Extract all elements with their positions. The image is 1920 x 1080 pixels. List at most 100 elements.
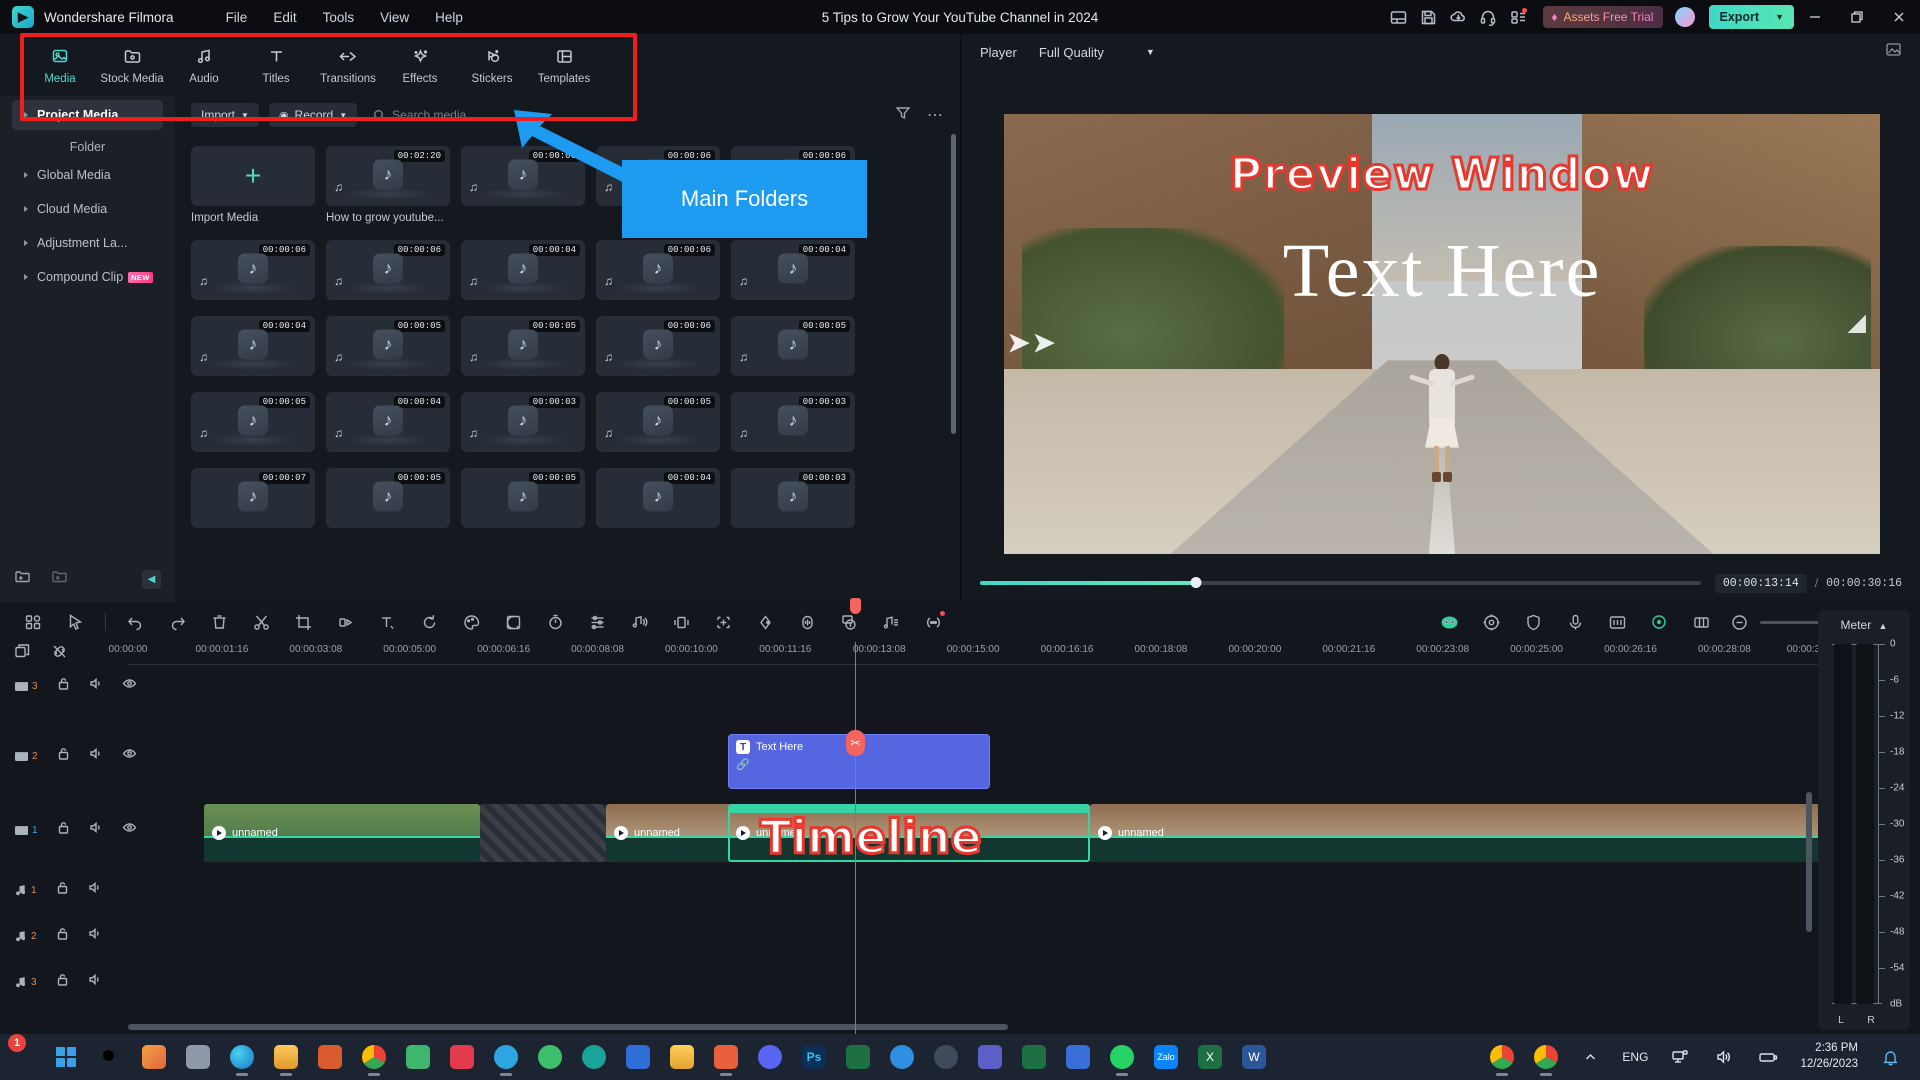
media-item[interactable]: 00:00:05 ♪ ♫ xyxy=(461,316,585,376)
media-item[interactable]: 00:00:05 ♪ ♫ xyxy=(191,392,315,452)
resize-handle-icon[interactable]: ◢ xyxy=(1848,308,1866,337)
media-thumbnail[interactable]: 00:00:05 ♪ ♫ xyxy=(326,316,450,376)
excel-icon[interactable]: X xyxy=(1188,1034,1232,1080)
media-item[interactable]: 00:00:06 ♪ ♫ xyxy=(326,240,450,300)
excel-green-icon[interactable] xyxy=(836,1034,880,1080)
tab-audio[interactable]: Audio xyxy=(168,46,240,85)
auto-caption-icon[interactable] xyxy=(828,602,870,642)
collapse-sidebar-button[interactable]: ◀ xyxy=(142,569,161,589)
whatsapp-icon[interactable] xyxy=(1100,1034,1144,1080)
mail-icon[interactable] xyxy=(616,1034,660,1080)
split-icon[interactable] xyxy=(240,602,282,642)
color-icon[interactable] xyxy=(450,602,492,642)
media-thumbnail[interactable]: 00:00:04 ♪ ♫ xyxy=(326,392,450,452)
photoshop-icon[interactable]: Ps xyxy=(792,1034,836,1080)
transition-clip[interactable] xyxy=(480,804,606,862)
tab-templates[interactable]: Templates xyxy=(528,46,600,85)
preview-canvas[interactable]: Preview Window Text Here ➤➤ ◢ xyxy=(1004,114,1880,554)
media-thumbnail[interactable]: 00:00:03 ♪ xyxy=(731,468,855,528)
media-item[interactable]: + Import Media xyxy=(191,146,315,224)
battery-icon[interactable] xyxy=(1746,1034,1790,1080)
media-item[interactable]: 00:00:03 ♪ ♫ xyxy=(461,392,585,452)
sidebar-item-cloud-media[interactable]: Cloud Media xyxy=(12,194,163,224)
media-thumbnail[interactable]: 00:00:07 ♪ xyxy=(191,468,315,528)
media-item[interactable]: 00:00:05 ♪ xyxy=(326,468,450,528)
media-item[interactable]: 00:00:05 ♪ ♫ xyxy=(326,316,450,376)
save-icon[interactable] xyxy=(1413,0,1443,34)
video-clip[interactable]: unnamed xyxy=(1090,804,1890,862)
chrome-profile-icon-1[interactable] xyxy=(1480,1034,1524,1080)
clock[interactable]: 2:36 PM 12/26/2023 xyxy=(1800,1041,1858,1072)
media-thumbnail[interactable]: 00:00:04 ♪ ♫ xyxy=(191,316,315,376)
tab-stock-media[interactable]: Stock Media xyxy=(96,46,168,85)
shield-icon[interactable] xyxy=(1512,602,1554,642)
menu-view[interactable]: View xyxy=(380,10,409,25)
ai-tools-icon[interactable] xyxy=(1470,602,1512,642)
tab-stickers[interactable]: Stickers xyxy=(456,46,528,85)
edge-icon[interactable] xyxy=(220,1034,264,1080)
lock-icon[interactable] xyxy=(55,926,70,946)
player-layout-icon[interactable] xyxy=(1885,41,1902,63)
menu-tools[interactable]: Tools xyxy=(323,10,355,25)
mute-icon[interactable] xyxy=(88,926,103,946)
layout-icon[interactable] xyxy=(1383,0,1413,34)
media-thumbnail[interactable]: 00:00:04 ♪ ♫ xyxy=(731,240,855,300)
menu-edit[interactable]: Edit xyxy=(273,10,296,25)
media-item[interactable]: 00:00:03 ♪ xyxy=(731,468,855,528)
mask-icon[interactable] xyxy=(492,602,534,642)
word-icon[interactable]: W xyxy=(1232,1034,1276,1080)
playhead-top-marker[interactable] xyxy=(850,598,861,614)
media-thumbnail[interactable]: 00:00:05 ♪ ♫ xyxy=(731,316,855,376)
chevron-up-icon[interactable]: ▲ xyxy=(1879,621,1888,631)
ai-copilot-icon[interactable] xyxy=(1428,602,1470,642)
avatar[interactable] xyxy=(1675,7,1696,27)
audio-ducking-icon[interactable] xyxy=(870,602,912,642)
zoom-out-icon[interactable] xyxy=(1728,602,1750,642)
sublime-icon[interactable] xyxy=(704,1034,748,1080)
media-item[interactable]: 00:00:06 ♪ ♫ xyxy=(191,240,315,300)
media-thumbnail[interactable]: 00:00:05 ♪ ♫ xyxy=(191,392,315,452)
sidebar-item-global-media[interactable]: Global Media xyxy=(12,160,163,190)
media-thumbnail[interactable]: 00:00:05 ♪ ♫ xyxy=(596,392,720,452)
zalo-icon[interactable]: Zalo xyxy=(1144,1034,1188,1080)
delete-icon[interactable] xyxy=(198,602,240,642)
lock-icon[interactable] xyxy=(55,880,70,900)
playhead-split-handle[interactable]: ✂ xyxy=(846,730,865,756)
video-clip[interactable]: unnamed xyxy=(204,804,480,862)
meet-icon[interactable] xyxy=(1056,1034,1100,1080)
media-thumbnail[interactable]: 00:00:05 ♪ ♫ xyxy=(461,316,585,376)
mixer-icon[interactable] xyxy=(1596,602,1638,642)
more-options-icon[interactable]: ⋯ xyxy=(927,105,944,125)
media-thumbnail[interactable]: 00:02:20 ♪ ♫ xyxy=(326,146,450,206)
tab-transitions[interactable]: Transitions xyxy=(312,46,384,85)
network-icon[interactable] xyxy=(1658,1034,1702,1080)
sync-icon[interactable] xyxy=(880,1034,924,1080)
telegram-icon[interactable] xyxy=(484,1034,528,1080)
quality-selector[interactable]: Full Quality ▼ xyxy=(1039,45,1155,60)
media-item[interactable]: 00:00:05 ♪ ♫ xyxy=(731,316,855,376)
chrome-icon[interactable] xyxy=(352,1034,396,1080)
media-item[interactable]: 00:00:06 ♪ ♫ xyxy=(596,240,720,300)
grid-view-icon[interactable] xyxy=(12,602,54,642)
media-item[interactable]: 00:00:04 ♪ ♫ xyxy=(191,316,315,376)
redo-icon[interactable] xyxy=(156,602,198,642)
add-marker-icon[interactable] xyxy=(702,602,744,642)
player-progress-bar[interactable]: 00:00:13:14 / 00:00:30:16 xyxy=(962,570,1920,596)
tab-titles[interactable]: Titles xyxy=(240,46,312,85)
cap-icon[interactable] xyxy=(440,1034,484,1080)
mute-icon[interactable] xyxy=(88,880,103,900)
mute-icon[interactable] xyxy=(89,746,104,766)
export-button[interactable]: Export ▼ xyxy=(1709,5,1794,29)
text-icon[interactable] xyxy=(366,602,408,642)
timer-icon[interactable] xyxy=(534,602,576,642)
crop-icon[interactable] xyxy=(282,602,324,642)
eye-icon[interactable] xyxy=(122,746,137,766)
chrome-profile-icon-2[interactable] xyxy=(1524,1034,1568,1080)
filter-icon[interactable] xyxy=(895,105,911,126)
import-button[interactable]: Import ▼ xyxy=(191,103,259,127)
office-icon[interactable] xyxy=(1012,1034,1056,1080)
adjust-icon[interactable] xyxy=(576,602,618,642)
meter-title-row[interactable]: Meter ▲ xyxy=(1818,610,1910,632)
search-media-input[interactable]: Search media xyxy=(373,108,466,122)
media-item[interactable]: 00:02:20 ♪ ♫ How to grow youtube... xyxy=(326,146,450,224)
